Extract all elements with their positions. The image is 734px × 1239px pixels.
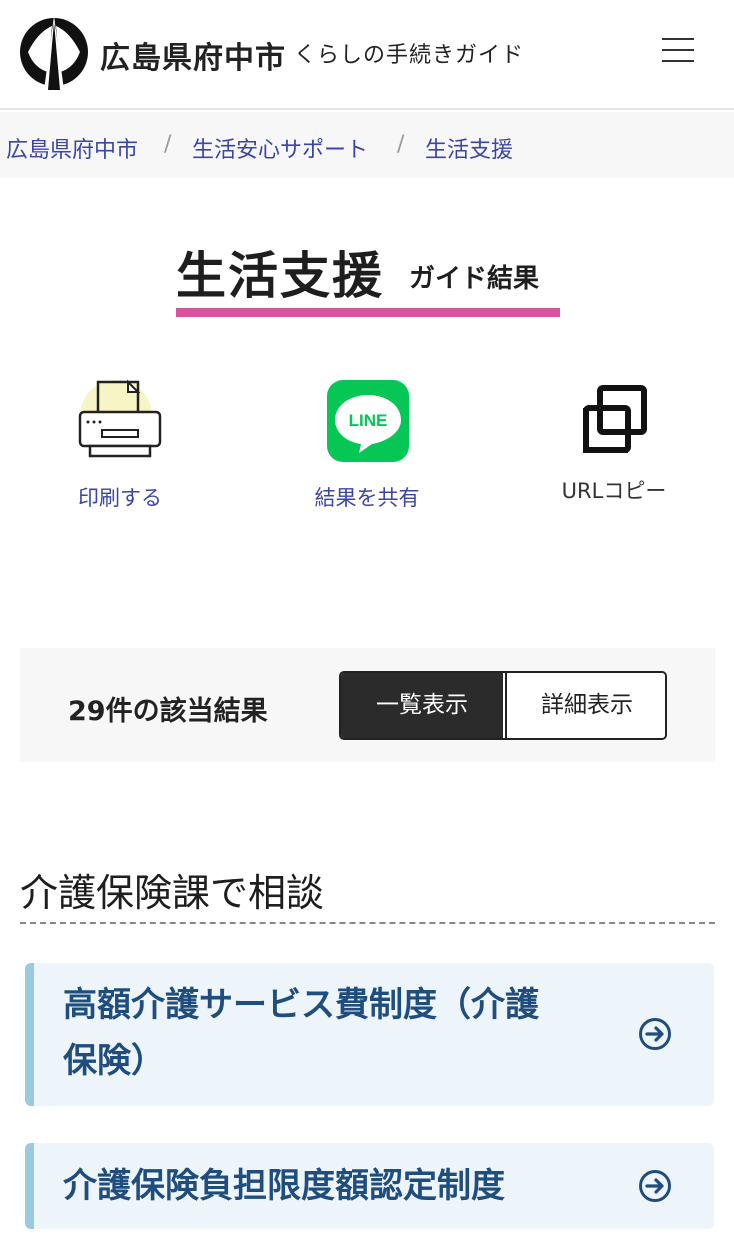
share-label: 結果を共有	[314, 486, 420, 510]
printer-icon	[78, 379, 162, 458]
site-header: 広島県府中市 くらしの手続きガイド	[0, 0, 734, 110]
hamburger-menu-icon[interactable]	[650, 30, 706, 70]
arrow-circle-right-icon	[639, 1170, 671, 1202]
detail-view-button[interactable]: 詳細表示	[505, 673, 665, 738]
site-title[interactable]: 広島県府中市	[100, 33, 286, 77]
print-button[interactable]: 印刷する	[20, 378, 220, 518]
breadcrumb-item-home[interactable]: 広島県府中市	[6, 132, 138, 164]
url-copy-label: URLコピー	[561, 479, 667, 503]
result-card[interactable]: 高額介護サービス費制度（介護 保険）	[25, 963, 714, 1106]
view-toggle: 一覧表示 詳細表示	[339, 671, 667, 740]
page-title-block: 生活支援 ガイド結果	[176, 236, 560, 318]
line-icon-text: LINE	[349, 411, 388, 430]
page-title: 生活支援	[176, 247, 384, 305]
section-title: 介護保険課で相談	[20, 871, 325, 915]
site-subtitle: くらしの手続きガイド	[294, 43, 525, 68]
breadcrumb: 広島県府中市 / 生活安心サポート / 生活支援	[0, 112, 734, 178]
card-title-line: 高額介護サービス費制度（介護	[63, 985, 539, 1025]
results-bar: 29件の該当結果 一覧表示 詳細表示	[20, 648, 715, 762]
city-emblem-logo[interactable]	[18, 12, 90, 90]
url-copy-button[interactable]: URLコピー	[514, 378, 714, 518]
print-label: 印刷する	[78, 486, 162, 510]
breadcrumb-separator: /	[164, 132, 172, 157]
breadcrumb-item-support[interactable]: 生活安心サポート	[192, 132, 368, 164]
section-divider	[20, 922, 715, 924]
copy-icon	[583, 385, 647, 453]
breadcrumb-item-current[interactable]: 生活支援	[425, 132, 513, 164]
title-underline	[176, 308, 560, 317]
result-count: 29件の該当結果	[68, 696, 268, 727]
list-view-button[interactable]: 一覧表示	[341, 673, 503, 738]
breadcrumb-separator: /	[397, 132, 405, 157]
page-title-suffix: ガイド結果	[409, 264, 540, 294]
line-app-icon: LINE	[327, 380, 409, 462]
card-title-line: 保険）	[63, 1041, 165, 1081]
card-title-line: 介護保険負担限度額認定制度	[63, 1166, 505, 1206]
arrow-circle-right-icon	[639, 1018, 671, 1050]
share-line-button[interactable]: LINE 結果を共有	[267, 378, 467, 518]
result-card[interactable]: 介護保険負担限度額認定制度	[25, 1143, 714, 1229]
